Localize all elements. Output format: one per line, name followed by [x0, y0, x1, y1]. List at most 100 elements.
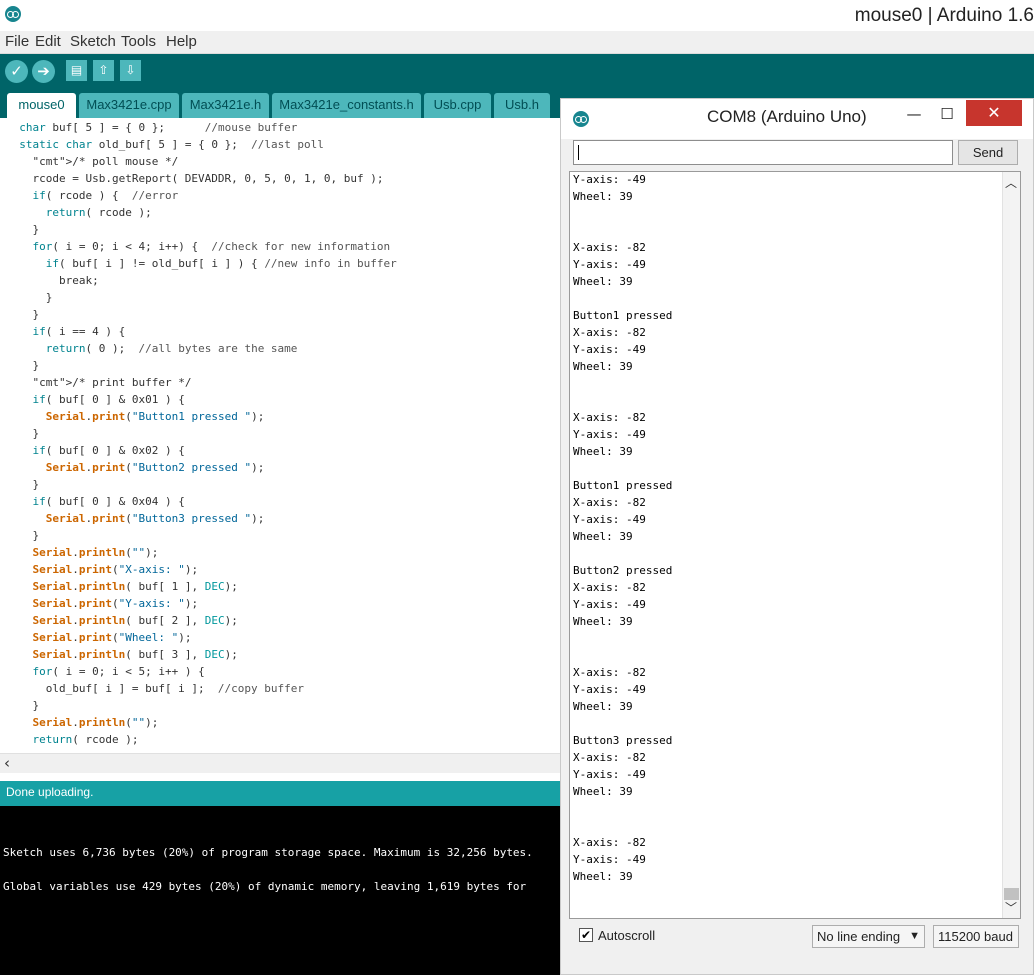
code-line: Serial.print("Y-axis: "); — [32, 597, 199, 610]
console-line: Sketch uses 6,736 bytes (20%) of program… — [3, 846, 533, 859]
chevron-left-icon[interactable]: ‹ — [4, 754, 10, 772]
code-line: } — [6, 308, 40, 321]
code-line: Serial.print("Button2 pressed "); — [45, 461, 265, 474]
serial-send-input[interactable] — [573, 140, 953, 165]
code-line: } — [6, 223, 40, 236]
status-text: Done uploading. — [6, 785, 94, 799]
serial-output-line: Button3 pressed — [573, 734, 673, 747]
check-icon: ✓ — [10, 62, 23, 80]
serial-output-line: Wheel: 39 — [573, 275, 633, 288]
code-line: "cmt">/* poll mouse */ — [32, 155, 179, 168]
serial-output-line: X-axis: -82 — [573, 581, 646, 594]
window-title: mouse0 | Arduino 1.6 — [854, 5, 1034, 26]
code-line: Serial.println( buf[ 1 ], DEC); — [32, 580, 238, 593]
checkmark-icon: ✔ — [580, 928, 592, 942]
code-editor[interactable]: char buf[ 5 ] = { 0 }; //mouse buffer st… — [0, 118, 560, 753]
serial-output-line: Y-axis: -49 — [573, 598, 646, 611]
code-line: for( i = 0; i < 5; i++ ) { — [32, 665, 205, 678]
code-line: } — [6, 699, 40, 712]
code-line: break; — [6, 274, 99, 287]
menu-edit[interactable]: Edit — [35, 33, 61, 50]
menu-help[interactable]: Help — [166, 33, 197, 50]
new-file-icon: ▤ — [70, 63, 83, 77]
maximize-icon[interactable]: ☐ — [934, 103, 960, 125]
code-line: return( rcode ); — [32, 733, 139, 746]
serial-output-line: Y-axis: -49 — [573, 258, 646, 271]
code-line: if( i == 4 ) { — [32, 325, 126, 338]
open-button[interactable]: ⇧ — [93, 60, 114, 81]
status-bar: Done uploading. — [0, 781, 560, 806]
serial-output-line: X-axis: -82 — [573, 241, 646, 254]
menu-file[interactable]: File — [5, 33, 29, 50]
menu-sketch[interactable]: Sketch — [70, 33, 116, 50]
serial-output-line: Y-axis: -49 — [573, 513, 646, 526]
code-line: if( rcode ) { //error — [32, 189, 179, 202]
save-button[interactable]: ⇩ — [120, 60, 141, 81]
serial-titlebar: COM8 (Arduino Uno) — ☐ ✕ — [561, 99, 1033, 139]
send-button[interactable]: Send — [958, 140, 1018, 165]
upload-button[interactable]: ➔ — [32, 60, 55, 83]
code-line: char buf[ 5 ] = { 0 }; //mouse buffer — [19, 121, 298, 134]
serial-title: COM8 (Arduino Uno) — [707, 107, 867, 126]
code-line: Serial.println( buf[ 2 ], DEC); — [32, 614, 238, 627]
chevron-down-icon[interactable]: ﹀ — [1005, 899, 1017, 916]
code-line: } — [6, 478, 40, 491]
tab-max3421e-cpp[interactable]: Max3421e.cpp — [79, 93, 179, 118]
main-titlebar: mouse0 | Arduino 1.6 — [0, 0, 1034, 31]
tab-mouse0[interactable]: mouse0 — [7, 93, 76, 118]
serial-output-line: X-axis: -82 — [573, 666, 646, 679]
new-button[interactable]: ▤ — [66, 60, 87, 81]
arrow-right-icon: ➔ — [37, 62, 50, 80]
status-spacer — [0, 773, 560, 781]
serial-output-line: Wheel: 39 — [573, 360, 633, 373]
baud-select[interactable]: 115200 baud — [933, 925, 1019, 948]
close-icon: ✕ — [987, 103, 1001, 122]
serial-output-line: Wheel: 39 — [573, 190, 633, 203]
code-line: Serial.print("Button1 pressed "); — [45, 410, 265, 423]
minimize-icon[interactable]: — — [901, 103, 927, 125]
serial-monitor-window: COM8 (Arduino Uno) — ☐ ✕ Send Y-axis: -4… — [560, 98, 1034, 975]
autoscroll-checkbox[interactable]: ✔ — [579, 928, 593, 942]
line-ending-value: No line ending — [817, 929, 901, 944]
autoscroll-label: Autoscroll — [598, 928, 656, 943]
tab-max3421e-h[interactable]: Max3421e.h — [182, 93, 269, 118]
code-line: } — [6, 291, 53, 304]
code-line: for( i = 0; i < 4; i++) { //check for ne… — [32, 240, 391, 253]
serial-output-line: Button1 pressed — [573, 479, 673, 492]
code-line: return( rcode ); — [45, 206, 152, 219]
code-line: Serial.println( buf[ 3 ], DEC); — [32, 648, 238, 661]
line-ending-select[interactable]: No line ending ▼ — [812, 925, 925, 948]
serial-output-line: X-axis: -82 — [573, 411, 646, 424]
serial-output-line: Wheel: 39 — [573, 615, 633, 628]
code-line: Serial.print("X-axis: "); — [32, 563, 199, 576]
code-line: old_buf[ i ] = buf[ i ]; //copy buffer — [6, 682, 305, 695]
horizontal-scrollbar[interactable]: ‹ — [0, 753, 560, 773]
tab-max3421e-constants-h[interactable]: Max3421e_constants.h — [272, 93, 421, 118]
text-caret — [578, 145, 579, 160]
tab-usb-cpp[interactable]: Usb.cpp — [424, 93, 491, 118]
code-line: Serial.println(""); — [32, 546, 159, 559]
close-button[interactable]: ✕ — [966, 100, 1022, 126]
console-output: Sketch uses 6,736 bytes (20%) of program… — [0, 806, 560, 975]
vertical-scrollbar[interactable]: ︿ ﹀ — [1002, 172, 1020, 918]
verify-button[interactable]: ✓ — [5, 60, 28, 83]
chevron-up-icon[interactable]: ︿ — [1005, 174, 1017, 191]
serial-output: Y-axis: -49 Wheel: 39 X-axis: -82 Y-axis: -… — [569, 171, 1021, 919]
code-line: if( buf[ i ] != old_buf[ i ] ) { //new i… — [45, 257, 397, 270]
serial-output-line: X-axis: -82 — [573, 496, 646, 509]
menu-tools[interactable]: Tools — [121, 33, 156, 50]
serial-output-line: Wheel: 39 — [573, 785, 633, 798]
code-line: return( 0 ); //all bytes are the same — [45, 342, 298, 355]
code-line: if( buf[ 0 ] & 0x04 ) { — [32, 495, 185, 508]
code-line: if( buf[ 0 ] & 0x02 ) { — [32, 444, 185, 457]
tab-usb-h[interactable]: Usb.h — [494, 93, 550, 118]
chevron-down-icon: ▼ — [909, 930, 920, 942]
serial-output-line: X-axis: -82 — [573, 751, 646, 764]
serial-output-line: Y-axis: -49 — [573, 428, 646, 441]
serial-output-line: Wheel: 39 — [573, 700, 633, 713]
serial-output-line: Y-axis: -49 — [573, 768, 646, 781]
code-line: if( buf[ 0 ] & 0x01 ) { — [32, 393, 185, 406]
code-line: } — [6, 427, 40, 440]
serial-output-line: Y-axis: -49 — [573, 173, 646, 186]
toolbar: ✓ ➔ ▤ ⇧ ⇩ — [0, 54, 1034, 88]
